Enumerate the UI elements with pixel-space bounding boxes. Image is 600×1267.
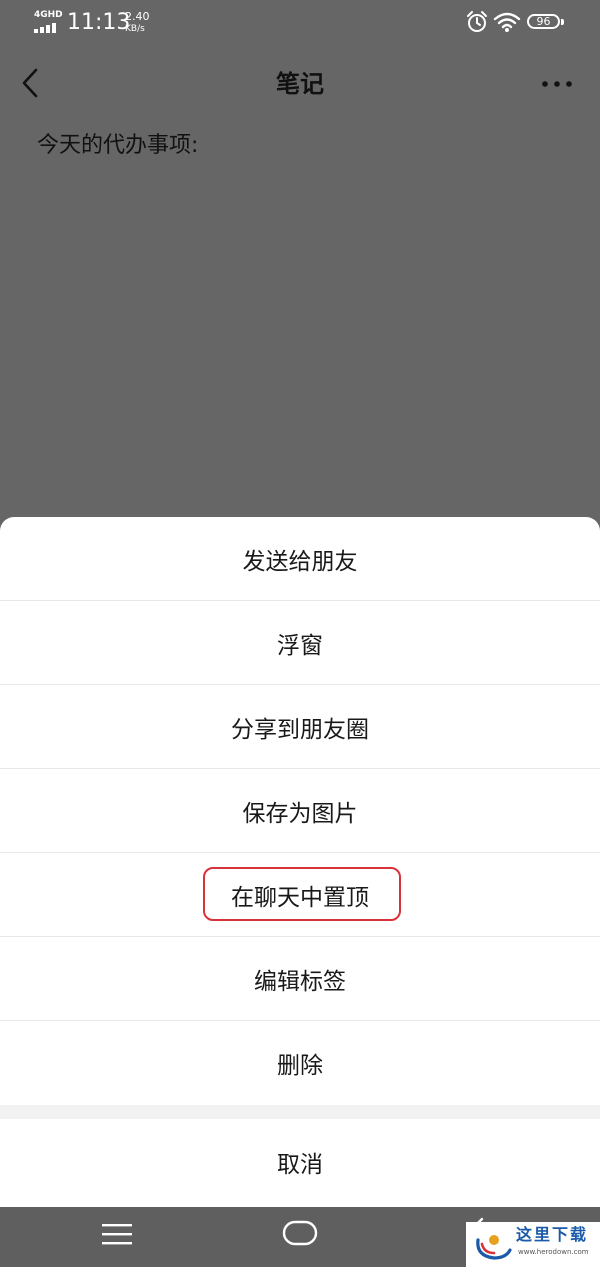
signal-icon: 4GHD xyxy=(34,10,63,34)
watermark-logo-icon xyxy=(476,1235,512,1260)
option-label: 浮窗 xyxy=(277,632,323,659)
option-label: 编辑标签 xyxy=(254,968,346,995)
status-time: 11:13 xyxy=(67,10,131,35)
delete-option[interactable]: 删除 xyxy=(0,1021,600,1105)
signal-bars-icon xyxy=(34,23,56,33)
home-icon[interactable] xyxy=(282,1219,318,1247)
battery-level: 96 xyxy=(527,14,560,29)
battery-tip xyxy=(561,19,564,25)
watermark-title: 这里下载 xyxy=(516,1225,589,1244)
option-label: 发送给朋友 xyxy=(242,548,358,575)
option-label: 保存为图片 xyxy=(242,800,358,827)
action-sheet: 发送给朋友 浮窗 分享到朋友圈 保存为图片 在聊天中置顶 编辑标签 删除 取消 xyxy=(0,517,600,1207)
network-type: 4GHD xyxy=(34,10,63,20)
cancel-label: 取消 xyxy=(277,1151,323,1178)
alarm-icon xyxy=(467,11,487,32)
edit-tags-option[interactable]: 编辑标签 xyxy=(0,937,600,1021)
battery-icon: 96 xyxy=(527,14,567,32)
network-speed: 2.40 KB/s xyxy=(125,11,150,35)
share-to-moments-option[interactable]: 分享到朋友圈 xyxy=(0,685,600,769)
network-speed-unit: KB/s xyxy=(125,24,145,34)
sheet-divider xyxy=(0,1105,600,1119)
menu-icon[interactable] xyxy=(101,1221,133,1247)
floating-window-option[interactable]: 浮窗 xyxy=(0,601,600,685)
status-bar: 4GHD 11:13 2.40 KB/s 96 xyxy=(0,0,600,50)
wifi-icon xyxy=(493,12,521,32)
save-as-image-option[interactable]: 保存为图片 xyxy=(0,769,600,853)
watermark: 这里下载 www.herodown.com xyxy=(466,1222,600,1267)
option-label: 删除 xyxy=(277,1053,323,1079)
watermark-url: www.herodown.com xyxy=(518,1248,589,1256)
header: 笔记 xyxy=(0,56,600,112)
more-dots-icon[interactable] xyxy=(540,74,574,94)
network-speed-value: 2.40 xyxy=(125,10,150,23)
note-content[interactable]: 今天的代办事项: xyxy=(37,130,198,162)
pin-in-chat-option[interactable]: 在聊天中置顶 xyxy=(0,853,600,937)
cancel-button[interactable]: 取消 xyxy=(0,1119,600,1204)
highlight-box xyxy=(203,867,401,921)
page-title: 笔记 xyxy=(276,70,324,98)
option-label: 分享到朋友圈 xyxy=(231,716,369,743)
send-to-friend-option[interactable]: 发送给朋友 xyxy=(0,517,600,601)
